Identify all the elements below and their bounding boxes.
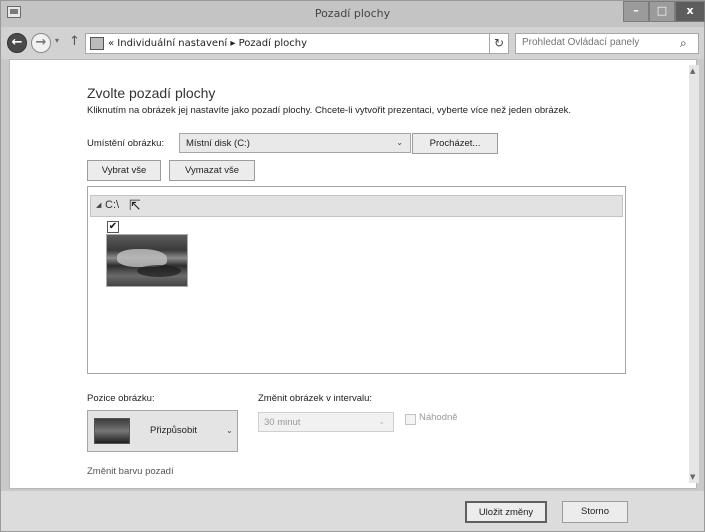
interval-value: 30 minut xyxy=(264,417,301,428)
collapse-triangle-icon[interactable]: ◢ xyxy=(96,201,101,209)
picture-list[interactable]: ◢ C:\ ⇱ ✔ xyxy=(87,186,626,374)
interval-select[interactable]: 30 minut ⌄ xyxy=(258,412,394,432)
page-instructions: Kliknutím na obrázek jej nastavíte jako … xyxy=(87,105,572,116)
picture-position-select[interactable]: Přizpůsobit ⌄ xyxy=(87,410,238,452)
window-title: Pozadí plochy xyxy=(314,7,391,20)
control-panel-small-icon xyxy=(90,37,104,50)
select-all-button[interactable]: Vybrat vše xyxy=(87,160,161,181)
search-icon[interactable]: ⌕ xyxy=(680,36,687,51)
clear-all-button[interactable]: Vymazat vše xyxy=(169,160,255,181)
picture-thumbnail[interactable] xyxy=(106,234,188,287)
mouse-cursor-icon: ⇱ xyxy=(129,198,141,214)
refresh-icon[interactable]: ↻ xyxy=(489,33,509,54)
forward-arrow-icon[interactable]: → xyxy=(31,33,51,53)
picture-group-header[interactable]: ◢ C:\ ⇱ xyxy=(90,195,623,217)
address-bar[interactable]: « Individuální nastavení ▸ Pozadí plochy… xyxy=(85,33,556,54)
chevron-down-icon: ⌄ xyxy=(378,417,385,426)
shuffle-checkbox[interactable] xyxy=(405,414,416,425)
vertical-scrollbar[interactable]: ▲ ▼ xyxy=(689,65,699,483)
chevron-down-icon: ⌄ xyxy=(396,138,403,147)
breadcrumb[interactable]: « Individuální nastavení ▸ Pozadí plochy xyxy=(108,38,307,49)
search-input[interactable] xyxy=(522,37,672,48)
interval-label: Změnit obrázek v intervalu: xyxy=(258,393,373,404)
browse-button[interactable]: Procházet... xyxy=(412,133,498,154)
page-title: Zvolte pozadí plochy xyxy=(87,85,216,101)
maximize-button[interactable]: □ xyxy=(649,1,675,22)
picture-checkbox[interactable]: ✔ xyxy=(107,221,119,233)
back-arrow-icon[interactable]: ← xyxy=(7,33,27,53)
shuffle-label: Náhodně xyxy=(419,412,458,423)
picture-position-label: Pozice obrázku: xyxy=(87,393,155,404)
picture-location-value: Místní disk (C:) xyxy=(186,138,250,149)
up-arrow-icon[interactable]: ↑ xyxy=(69,34,80,49)
picture-location-select[interactable]: Místní disk (C:) ⌄ xyxy=(179,133,411,153)
close-button[interactable]: x xyxy=(675,1,705,22)
search-box[interactable]: ⌕ xyxy=(515,33,699,54)
picture-position-value: Přizpůsobit xyxy=(150,425,197,436)
position-preview-image xyxy=(94,418,130,444)
change-background-color-link[interactable]: Změnit barvu pozadí xyxy=(87,466,174,477)
scroll-down-icon[interactable]: ▼ xyxy=(690,473,695,481)
location-label: Umístění obrázku: xyxy=(87,138,165,149)
cancel-button[interactable]: Storno xyxy=(562,501,628,523)
chevron-down-icon: ⌄ xyxy=(226,426,233,435)
minimize-button[interactable]: – xyxy=(623,1,649,22)
save-changes-button[interactable]: Uložit změny xyxy=(465,501,547,523)
title-bar[interactable]: Pozadí plochy – □ x xyxy=(1,1,705,27)
picture-group-label: C:\ xyxy=(105,199,120,211)
window-frame: Pozadí plochy – □ x ← → ▾ ↑ « Individuál… xyxy=(0,0,705,532)
scroll-up-icon[interactable]: ▲ xyxy=(690,67,695,75)
recent-pages-dropdown-icon[interactable]: ▾ xyxy=(55,36,59,45)
navigation-bar: ← → ▾ ↑ « Individuální nastavení ▸ Pozad… xyxy=(1,27,704,59)
